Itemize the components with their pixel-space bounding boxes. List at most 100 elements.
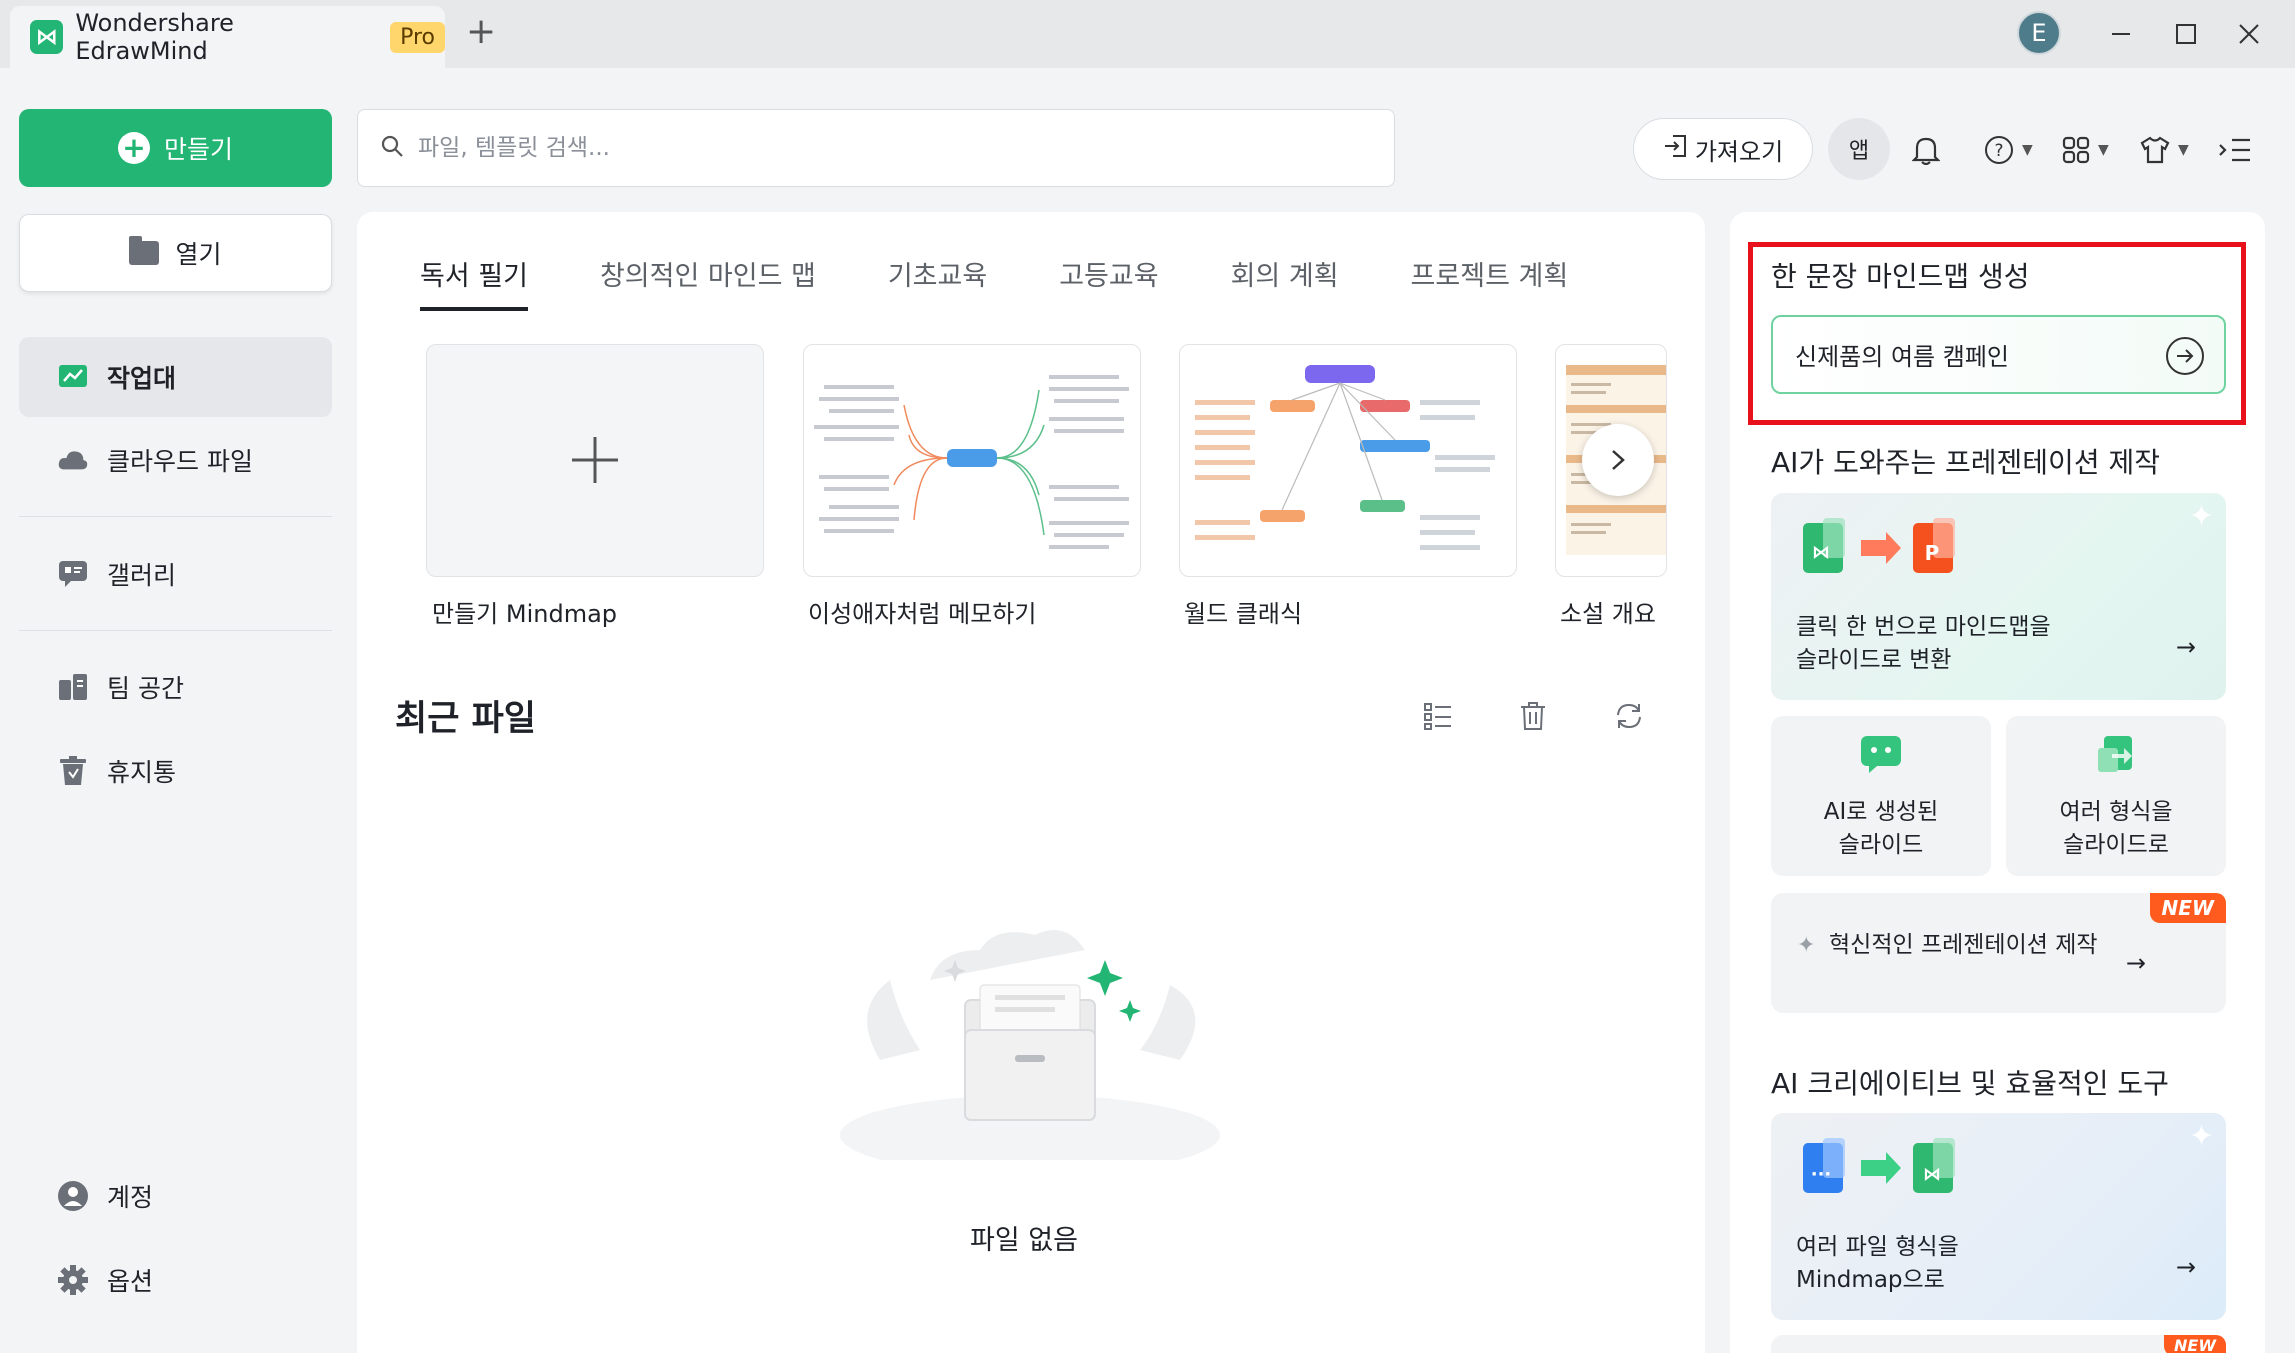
import-button[interactable]: 가져오기 <box>1633 118 1813 180</box>
minimize-icon[interactable] <box>2101 14 2141 54</box>
menu-collapse-icon[interactable] <box>2218 128 2252 172</box>
help-icon[interactable]: ? ▼ <box>1984 128 2033 172</box>
tab-meeting-plan[interactable]: 회의 계획 <box>1231 254 1339 311</box>
ai-generated-slides-card[interactable]: AI로 생성된 슬라이드 <box>1771 716 1991 876</box>
formats-to-slides-card[interactable]: 여러 형식을 슬라이드로 <box>2006 716 2226 876</box>
sparkle-icon: ✦ <box>2188 1119 2214 1154</box>
shirt-theme-icon[interactable]: ▼ <box>2140 128 2189 172</box>
tab-higher-education[interactable]: 고등교육 <box>1059 254 1158 311</box>
tab-basic-education[interactable]: 기초교육 <box>888 254 987 311</box>
app-button[interactable]: 앱 <box>1828 118 1890 180</box>
card-text: 혁신적인 프레젠테이션 제작 <box>1829 932 2098 958</box>
folder-icon <box>129 236 160 265</box>
tab-reading-notes[interactable]: 독서 필기 <box>420 254 528 311</box>
template-label: 소설 개요 <box>1560 600 1656 628</box>
sidebar-divider <box>19 516 332 517</box>
svg-text:P: P <box>1925 541 1940 565</box>
sidebar-item-label: 작업대 <box>107 364 177 393</box>
empty-box-illustration <box>840 930 1220 1160</box>
import-icon <box>1663 133 1689 165</box>
refresh-icon[interactable] <box>1609 696 1649 736</box>
close-icon[interactable] <box>2229 14 2269 54</box>
list-view-icon[interactable] <box>1418 696 1458 736</box>
tab-creative-mindmap[interactable]: 창의적인 마인드 맵 <box>600 254 816 311</box>
maximize-icon[interactable] <box>2166 14 2206 54</box>
import-label: 가져오기 <box>1694 137 1784 166</box>
chevron-down-icon: ▼ <box>2022 142 2033 158</box>
open-button[interactable]: 열기 <box>19 214 332 292</box>
chevron-right-icon <box>1612 450 1625 470</box>
card-text: 여러 형식을 슬라이드로 <box>2059 799 2173 858</box>
chevron-down-icon: ▼ <box>2098 142 2109 158</box>
sparkle-icon: ✦ <box>1797 933 1816 958</box>
file-to-mindmap-icon: ··· ⋈ <box>1803 1138 1955 1193</box>
gallery-icon <box>57 558 89 590</box>
mindmap-to-slides-card[interactable]: ⋈ P ✦ 클릭 한 번으로 마인드맵을 슬라이드로 변환 → <box>1771 493 2226 700</box>
sidebar-item-trash[interactable]: 휴지통 <box>19 731 332 811</box>
account-icon <box>57 1180 89 1212</box>
sidebar-divider <box>19 630 332 631</box>
new-tab-button[interactable]: + <box>466 14 496 50</box>
svg-text:⋈: ⋈ <box>1812 542 1830 563</box>
edrawmind-logo-icon: ⋈ <box>30 20 64 54</box>
ai-chat-icon <box>1861 736 1901 773</box>
template-label: 이성애자처럼 메모하기 <box>808 600 1037 628</box>
svg-text:···: ··· <box>1811 1164 1832 1185</box>
search-input[interactable] <box>418 135 1318 161</box>
workbench-icon <box>57 361 89 393</box>
sidebar-item-label: 옵션 <box>107 1267 154 1296</box>
ai-tools-title: AI 크리에이티브 및 효율적인 도구 <box>1771 1067 2169 1100</box>
template-card-thumbnail[interactable] <box>1179 344 1517 577</box>
card-text: 여러 파일 형식을 Mindmap으로 <box>1796 1234 1959 1293</box>
avatar[interactable]: E <box>2017 11 2061 55</box>
app-title: Wondershare EdrawMind <box>75 9 234 65</box>
sidebar-item-label: 계정 <box>107 1183 154 1212</box>
sidebar-item-label: 팀 공간 <box>107 674 184 703</box>
open-label: 열기 <box>175 240 222 269</box>
cloud-icon <box>57 444 89 476</box>
card-text: 클릭 한 번으로 마인드맵을 슬라이드로 변환 <box>1796 614 2051 673</box>
arrow-right-icon: → <box>2175 1253 2196 1281</box>
mindmap-to-ppt-icon: ⋈ P <box>1803 518 1955 573</box>
svg-text:?: ? <box>1994 141 2003 161</box>
sidebar-item-gallery[interactable]: 갤러리 <box>19 534 332 614</box>
gear-icon <box>57 1264 89 1296</box>
carousel-next-button[interactable] <box>1582 424 1654 496</box>
sidebar-item-account[interactable]: 계정 <box>19 1156 332 1236</box>
title-bar: ⋈ Wondershare EdrawMind Pro + E <box>0 0 2295 68</box>
innovative-presentation-card[interactable]: NEW ✦ 혁신적인 프레젠테이션 제작 → <box>1771 893 2226 1013</box>
ai-presentation-title: AI가 도와주는 프레젠테이션 제작 <box>1771 446 2160 479</box>
mindmap-thumbnail <box>1195 365 1495 550</box>
svg-text:⋈: ⋈ <box>1923 1164 1941 1185</box>
delete-icon[interactable] <box>1513 696 1553 736</box>
sidebar-item-label: 휴지통 <box>107 758 177 787</box>
chevron-down-icon: ▼ <box>2178 142 2189 158</box>
file-convert-icon <box>2098 736 2132 772</box>
sidebar-item-label: 갤러리 <box>107 561 177 590</box>
card-text: AI로 생성된 슬라이드 <box>1823 799 1939 858</box>
template-card-blank[interactable] <box>426 344 764 577</box>
files-to-mindmap-card[interactable]: ··· ⋈ ✦ 여러 파일 형식을 Mindmap으로 → <box>1771 1113 2226 1320</box>
empty-state-text: 파일 없음 <box>970 1225 1078 1256</box>
template-label: 만들기 Mindmap <box>432 600 618 628</box>
sidebar-item-workbench[interactable]: 작업대 <box>19 337 332 417</box>
sidebar-item-team-space[interactable]: 팀 공간 <box>19 647 332 727</box>
create-button[interactable]: + 만들기 <box>19 109 332 187</box>
template-card-thumbnail[interactable] <box>803 344 1141 577</box>
arrow-right-icon: → <box>2175 633 2196 661</box>
sidebar-item-cloud-files[interactable]: 클라우드 파일 <box>19 420 332 500</box>
app-tab[interactable]: ⋈ Wondershare EdrawMind Pro <box>10 6 445 68</box>
grid-apps-icon[interactable]: ▼ <box>2062 128 2109 172</box>
tab-project-plan[interactable]: 프로젝트 계획 <box>1411 254 1569 311</box>
arrow-right-icon: → <box>2125 949 2146 977</box>
plus-circle-icon: + <box>117 132 150 164</box>
sidebar-item-options[interactable]: 옵션 <box>19 1240 332 1320</box>
bell-icon[interactable] <box>1912 128 1940 172</box>
plus-icon <box>570 420 620 502</box>
search-bar[interactable] <box>357 109 1395 187</box>
pro-badge[interactable]: Pro <box>390 21 445 53</box>
sparkle-icon: ✦ <box>2188 499 2214 534</box>
template-label: 월드 클래식 <box>1184 600 1303 628</box>
next-tool-card[interactable]: NEW <box>1771 1335 2226 1353</box>
mindmap-thumbnail <box>814 375 1129 549</box>
